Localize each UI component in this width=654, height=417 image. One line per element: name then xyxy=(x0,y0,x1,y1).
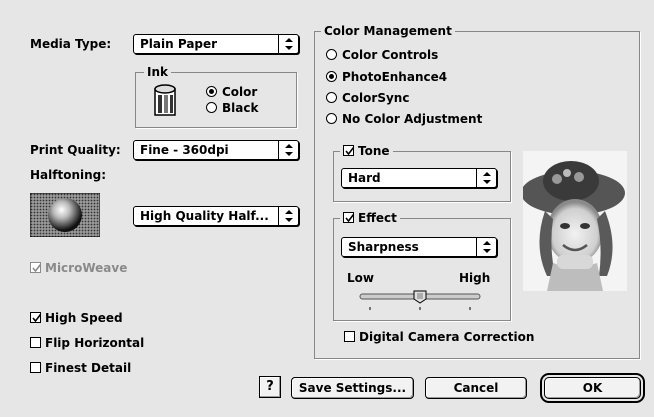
halftoning-popup[interactable]: High Quality Half... xyxy=(133,206,299,226)
tone-checkbox[interactable]: Tone xyxy=(340,144,393,158)
radio-unselected-icon xyxy=(326,92,337,103)
checkbox-checked-icon xyxy=(343,212,355,223)
no-color-adjustment-label: No Color Adjustment xyxy=(342,112,483,126)
halftoning-label: Halftoning: xyxy=(30,168,107,182)
radio-unselected-icon xyxy=(206,102,217,113)
ink-black-radio[interactable]: Black xyxy=(206,101,258,115)
effect-popup[interactable]: Sharpness xyxy=(341,237,497,257)
radio-selected-icon xyxy=(326,71,337,82)
flip-horizontal-checkbox[interactable]: Flip Horizontal xyxy=(30,336,144,350)
photoenhance-label: PhotoEnhance4 xyxy=(342,70,448,84)
popup-arrows-icon xyxy=(476,169,496,187)
color-controls-radio[interactable]: Color Controls xyxy=(326,48,438,62)
halftoning-value: High Quality Half... xyxy=(140,209,269,223)
popup-arrows-icon xyxy=(278,35,298,53)
effect-label: Effect xyxy=(358,211,397,225)
finest-detail-label: Finest Detail xyxy=(45,361,132,375)
popup-arrows-icon xyxy=(476,238,496,256)
color-management-title: Color Management xyxy=(321,24,455,38)
ink-color-label: Color xyxy=(222,85,258,99)
effect-high-label: High xyxy=(459,271,491,285)
media-type-value: Plain Paper xyxy=(140,37,218,51)
high-speed-checkbox[interactable]: High Speed xyxy=(30,311,123,325)
tone-label: Tone xyxy=(358,144,390,158)
radio-unselected-icon xyxy=(326,113,337,124)
color-controls-label: Color Controls xyxy=(342,48,439,62)
digital-camera-correction-checkbox[interactable]: Digital Camera Correction xyxy=(344,330,534,344)
print-quality-label: Print Quality: xyxy=(30,143,121,157)
colorsync-label: ColorSync xyxy=(342,91,410,105)
help-icon: ? xyxy=(266,379,274,394)
ink-cartridge-icon xyxy=(152,83,178,117)
print-quality-popup[interactable]: Fine - 360dpi xyxy=(133,140,299,160)
high-speed-label: High Speed xyxy=(45,311,123,325)
effect-checkbox[interactable]: Effect xyxy=(340,211,400,225)
popup-arrows-icon xyxy=(278,141,298,159)
microweave-checkbox[interactable]: MicroWeave xyxy=(30,261,127,275)
halftone-preview-image xyxy=(29,192,101,238)
radio-selected-icon xyxy=(206,86,217,97)
cancel-button[interactable]: Cancel xyxy=(425,377,527,399)
checkbox-unchecked-icon xyxy=(30,337,41,348)
help-button[interactable]: ? xyxy=(259,376,281,398)
slider-thumb-icon[interactable] xyxy=(413,290,427,304)
digital-camera-correction-label: Digital Camera Correction xyxy=(359,330,535,344)
effect-value: Sharpness xyxy=(348,240,419,254)
effect-low-label: Low xyxy=(347,271,374,285)
ink-black-label: Black xyxy=(222,101,259,115)
radio-unselected-icon xyxy=(326,49,337,60)
finest-detail-checkbox[interactable]: Finest Detail xyxy=(30,361,131,375)
tone-popup[interactable]: Hard xyxy=(341,168,497,188)
flip-horizontal-label: Flip Horizontal xyxy=(45,336,145,350)
checkbox-checked-icon xyxy=(343,145,355,156)
ink-color-radio[interactable]: Color xyxy=(206,85,257,99)
effect-slider[interactable] xyxy=(358,290,482,312)
ink-group-title: Ink xyxy=(144,65,171,79)
save-settings-button[interactable]: Save Settings... xyxy=(291,377,414,399)
popup-arrows-icon xyxy=(278,207,298,225)
media-type-popup[interactable]: Plain Paper xyxy=(133,34,299,54)
microweave-label: MicroWeave xyxy=(45,261,128,275)
media-type-label: Media Type: xyxy=(30,37,112,51)
checkbox-unchecked-icon xyxy=(344,331,355,342)
ok-button[interactable]: OK xyxy=(540,373,645,403)
checkbox-checked-icon xyxy=(30,262,42,273)
tone-value: Hard xyxy=(348,171,381,185)
photo-preview-image xyxy=(521,151,627,291)
colorsync-radio[interactable]: ColorSync xyxy=(326,91,409,105)
checkbox-checked-icon xyxy=(30,312,42,323)
checkbox-unchecked-icon xyxy=(30,362,41,373)
no-color-adjustment-radio[interactable]: No Color Adjustment xyxy=(326,112,482,126)
photoenhance-radio[interactable]: PhotoEnhance4 xyxy=(326,70,447,84)
print-quality-value: Fine - 360dpi xyxy=(140,143,229,157)
